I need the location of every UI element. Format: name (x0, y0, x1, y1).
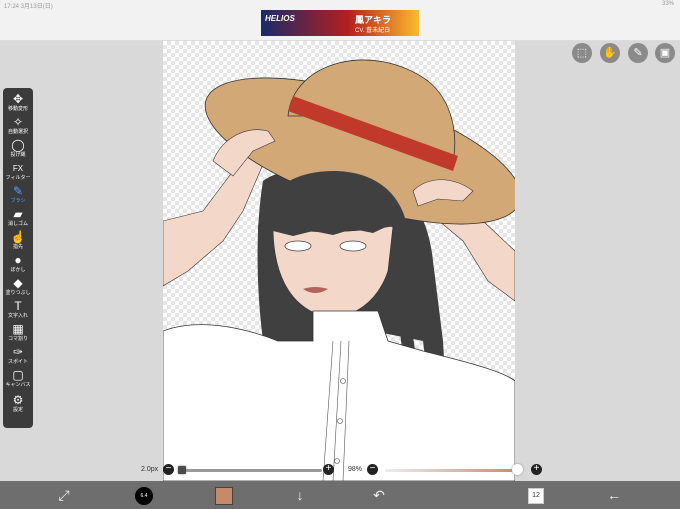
brush-size-slider[interactable] (182, 469, 322, 472)
color-swatch-icon (215, 487, 233, 506)
opacity-minus-button[interactable]: − (367, 464, 378, 475)
hand-icon: ✋ (603, 47, 617, 59)
tool-palette: ✥ 移動変形 ✧ 自動選択 ◯ 投げ縄 FX フィルター ✎ ブラシ ▰ 消しゴム ☝ 指先 … (3, 88, 33, 428)
ad-bar: HELIOS 鳳アキラ CV. 蒼未紀白 (0, 10, 680, 41)
ad-logo-text: HELIOS (265, 14, 295, 23)
opacity-slider[interactable] (385, 469, 520, 472)
bottom-toolbar: ⤢ 6.4 ↓ ↶ 12 ← (0, 481, 680, 509)
tool-magic-wand[interactable]: ✧ 自動選択 (3, 116, 33, 138)
filter-icon: FX (12, 164, 24, 173)
back-arrow-icon: ← (607, 487, 621, 503)
layers-button[interactable]: 12 (522, 481, 550, 509)
image-icon: ▣ (659, 47, 671, 59)
selection-icon: ⬚ (576, 47, 588, 59)
move-icon: ✥ (12, 92, 24, 106)
ad-banner[interactable]: HELIOS 鳳アキラ CV. 蒼未紀白 (261, 10, 419, 36)
brush-size-plus-button[interactable]: + (323, 464, 334, 475)
fill-icon: ◆ (13, 276, 23, 290)
tool-move[interactable]: ✥ 移動変形 (3, 93, 33, 115)
blur-icon: ● (14, 253, 22, 267)
brush-size-minus-button[interactable]: − (163, 464, 174, 475)
tool-brush[interactable]: ✎ ブラシ (3, 185, 33, 207)
pen-button[interactable]: ✎ (628, 43, 648, 63)
down-arrow-icon: ↓ (296, 487, 304, 503)
brush-sliders: 2.0px − + 98% − + (0, 461, 680, 481)
tool-finger[interactable]: ☝ 指先 (3, 231, 33, 253)
tool-blur[interactable]: ● ぼかし (3, 254, 33, 276)
opacity-plus-button[interactable]: + (531, 464, 542, 475)
left-eye (284, 240, 312, 252)
pen-icon: ✎ (633, 47, 643, 59)
lasso-icon: ◯ (11, 138, 25, 152)
tool-settings[interactable]: ⚙ 設定 (3, 394, 33, 416)
tool-lasso[interactable]: ◯ 投げ縄 (3, 139, 33, 161)
undo-button[interactable]: ↶ (365, 481, 393, 509)
canvas-icon: ▢ (12, 368, 24, 382)
back-button[interactable]: ← (600, 481, 628, 509)
tool-canvas[interactable]: ▢ キャンバス (3, 369, 33, 391)
tool-frame-divider[interactable]: ▦ コマ割り (3, 323, 33, 345)
transform-button[interactable]: ⤢ (50, 481, 78, 509)
text-icon: T (14, 299, 22, 313)
color-button[interactable] (210, 481, 238, 509)
layers-icon: 12 (528, 488, 544, 505)
brush-size-button[interactable]: 6.4 (130, 481, 158, 509)
hand-button[interactable]: ✋ (600, 43, 620, 63)
status-time: 17:24 3月13日(日) (4, 4, 53, 10)
undo-icon: ↶ (373, 487, 385, 503)
tool-eraser[interactable]: ▰ 消しゴム (3, 208, 33, 230)
selection-button[interactable]: ⬚ (572, 43, 592, 63)
settings-icon: ⚙ (12, 393, 24, 407)
brush-size-slider-knob[interactable] (178, 466, 186, 474)
tool-filter[interactable]: FX フィルター (3, 162, 33, 184)
image-button[interactable]: ▣ (655, 43, 675, 63)
tool-eyedropper[interactable]: ✑ スポイト (3, 346, 33, 368)
ad-voice-actor: CV. 蒼未紀白 (355, 28, 391, 34)
opacity-label: 98% (348, 466, 363, 473)
right-eye (339, 240, 367, 252)
opacity-slider-knob[interactable] (512, 464, 524, 475)
eyedropper-icon: ✑ (12, 345, 24, 359)
tool-fill[interactable]: ◆ 塗りつぶし (3, 277, 33, 299)
shirt (163, 310, 515, 481)
brush-icon: ✎ (12, 184, 24, 198)
frame-divider-icon: ▦ (12, 322, 24, 336)
magic-wand-icon: ✧ (12, 115, 24, 129)
transform-icon: ⤢ (58, 487, 70, 503)
battery-status: 33% (661, 1, 674, 7)
drawing-canvas[interactable] (163, 41, 515, 481)
status-bar: 17:24 3月13日(日) 33% (0, 0, 680, 10)
finger-icon: ☝ (10, 230, 26, 244)
brush-size-label: 2.0px (141, 466, 159, 473)
menu-down-button[interactable]: ↓ (286, 481, 314, 509)
tool-text[interactable]: T 文字入れ (3, 300, 33, 322)
eraser-icon: ▰ (13, 207, 23, 221)
brush-size-indicator-icon: 6.4 (135, 487, 153, 506)
illustration (163, 59, 515, 481)
